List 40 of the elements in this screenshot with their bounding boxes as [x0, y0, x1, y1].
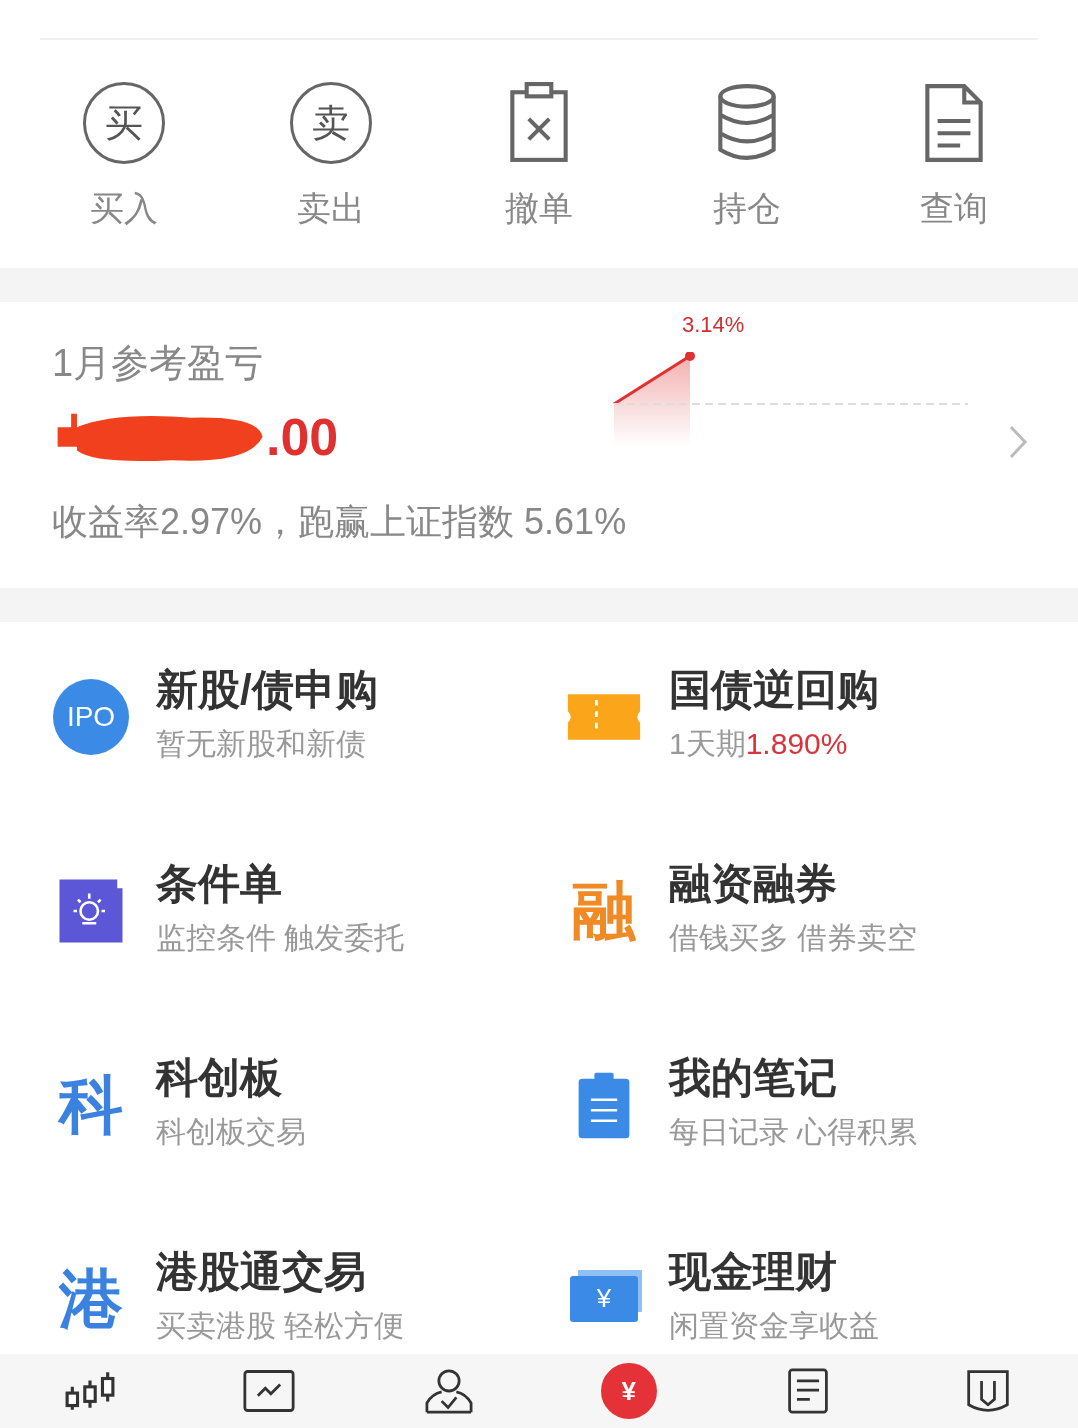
service-subtitle: 科创板交易 [156, 1113, 306, 1150]
service-item[interactable]: 条件单 监控条件 触发委托 [52, 855, 565, 1050]
service-item[interactable]: IPO 新股/债申购 暂无新股和新债 [52, 661, 565, 856]
service-title: 条件单 [156, 858, 283, 909]
service-title: 现金理财 [669, 1246, 838, 1297]
action-button[interactable]: 卖 卖出 [251, 82, 412, 232]
chevron-right-icon [1008, 423, 1028, 460]
yen-icon: ¥ [600, 1363, 657, 1419]
profit-card[interactable]: 1月参考盈亏 .00 收益率2.97%，跑赢上证指数 5.61% 3.14% [0, 302, 1078, 588]
char-icon: 卖 [290, 82, 373, 164]
profit-summary: 收益率2.97%，跑赢上证指数 5.61% [52, 500, 627, 544]
service-title: 融资融券 [669, 858, 838, 909]
line-chart-icon [243, 1368, 296, 1414]
profit-amount: .00 [266, 407, 339, 467]
service-item[interactable]: 我的笔记 每日记录 心得积累 [565, 1049, 1078, 1244]
service-title: 科创板 [156, 1052, 283, 1103]
service-subtitle: 借钱买多 借券卖空 [669, 919, 918, 956]
service-title: 新股/债申购 [156, 664, 378, 715]
ipo-icon: IPO [53, 678, 129, 755]
nav-tab[interactable]: ¥ [593, 1361, 664, 1421]
service-subtitle: 买卖港股 轻松方便 [156, 1307, 405, 1344]
action-button[interactable]: 买 买入 [43, 82, 204, 232]
service-subtitle: 闲置资金享收益 [669, 1307, 879, 1344]
service-subtitle: 监控条件 触发委托 [156, 919, 405, 956]
service-title: 国债逆回购 [669, 664, 879, 715]
service-title: 我的笔记 [669, 1052, 838, 1103]
service-subtitle: 1天期1.890% [669, 725, 849, 762]
service-subtitle: 暂无新股和新债 [156, 725, 367, 762]
service-title: 港股通交易 [156, 1246, 367, 1297]
point-label: 3.14% [682, 311, 745, 338]
char-icon: 融 [572, 878, 636, 943]
action-button[interactable]: 查询 [874, 82, 1035, 232]
service-item[interactable]: 国债逆回购 1天期1.890% [565, 661, 1078, 856]
action-button[interactable]: 撤单 [459, 82, 619, 232]
char-icon: 科 [59, 1072, 123, 1137]
action-button[interactable]: 持仓 [666, 82, 827, 232]
char-icon: 港 [59, 1266, 123, 1331]
service-subtitle: 每日记录 心得积累 [669, 1113, 918, 1150]
profit-title: 1月参考盈亏 [52, 341, 265, 386]
char-icon: 买 [82, 82, 165, 164]
